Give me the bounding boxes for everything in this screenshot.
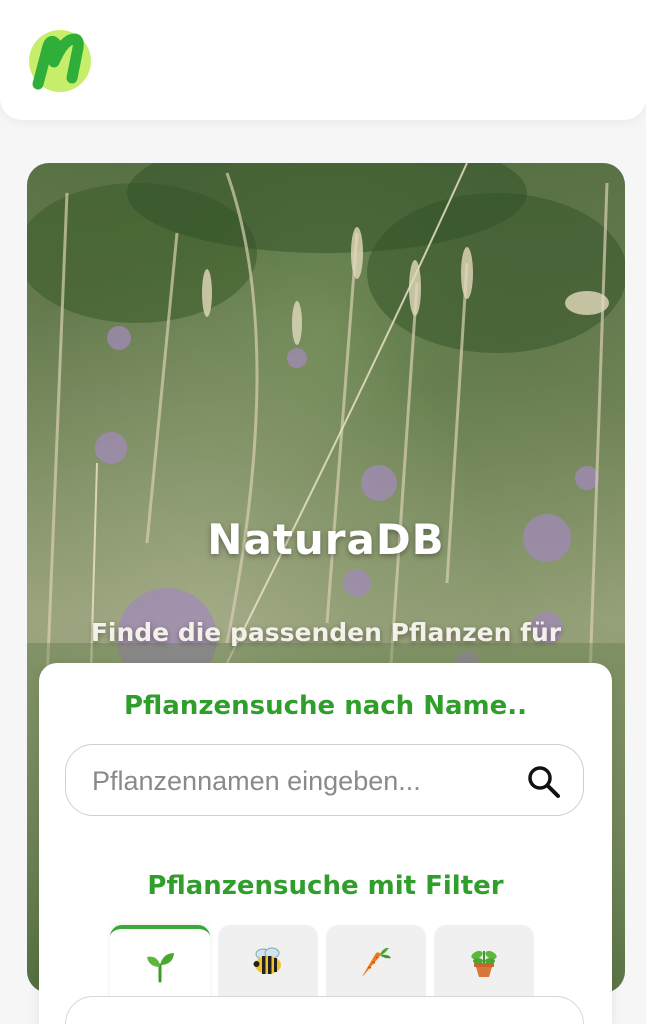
name-search-title: Pflanzensuche nach Name.. (123, 691, 528, 721)
filter-search-title: Pflanzensuche mit Filter (147, 871, 504, 901)
potted-plant-icon (467, 945, 501, 979)
search-box (65, 744, 584, 816)
filter-panel[interactable] (65, 996, 584, 1024)
page: NaturaDB Finde die passenden Pflanzen fü… (0, 0, 646, 1024)
tab-potted-plant[interactable] (434, 925, 534, 1005)
hero-title: NaturaDB (207, 515, 445, 564)
carrot-icon (359, 945, 393, 979)
search-icon[interactable] (525, 763, 563, 801)
tab-carrot[interactable] (326, 925, 426, 1005)
bee-icon (251, 945, 285, 979)
search-card: Pflanzensuche nach Name.. Pflanzensuche … (39, 663, 612, 1024)
seedling-icon (143, 949, 177, 983)
tab-bee[interactable] (218, 925, 318, 1005)
top-bar (0, 0, 646, 120)
search-input[interactable] (90, 759, 494, 803)
naturadb-logo-icon[interactable] (24, 26, 96, 94)
